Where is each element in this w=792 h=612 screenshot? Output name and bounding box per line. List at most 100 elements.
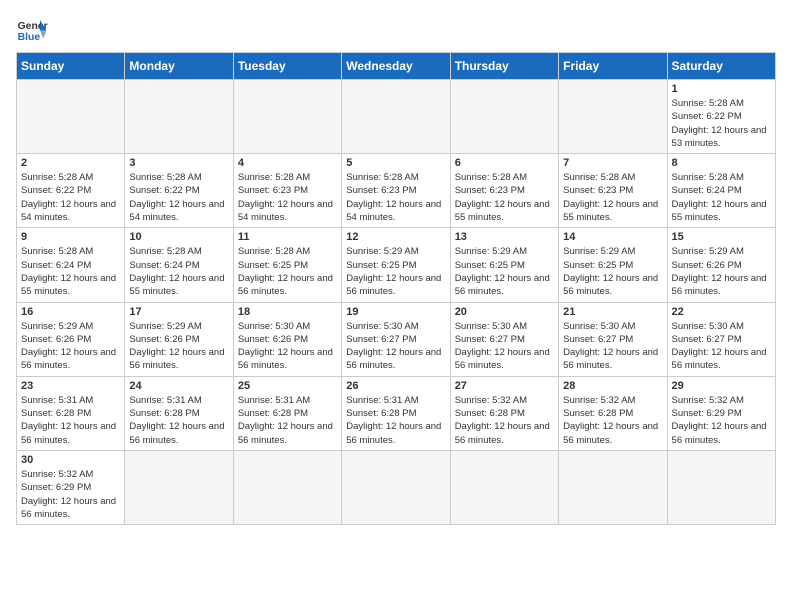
day-info: Sunrise: 5:28 AMSunset: 6:22 PMDaylight:… (129, 171, 228, 224)
day-info: Sunrise: 5:28 AMSunset: 6:23 PMDaylight:… (346, 171, 445, 224)
day-number: 26 (346, 380, 445, 392)
calendar-cell: 23Sunrise: 5:31 AMSunset: 6:28 PMDayligh… (17, 376, 125, 450)
day-info: Sunrise: 5:30 AMSunset: 6:27 PMDaylight:… (563, 320, 662, 373)
page-header: General Blue (16, 16, 776, 44)
day-number: 16 (21, 306, 120, 318)
calendar-week-2: 2 Sunrise: 5:28 AMSunset: 6:22 PMDaylight… (17, 154, 776, 228)
day-number: 18 (238, 306, 337, 318)
calendar-cell (559, 80, 667, 154)
calendar-cell: 15Sunrise: 5:29 AMSunset: 6:26 PMDayligh… (667, 228, 775, 302)
day-number: 3 (129, 157, 228, 169)
calendar-week-5: 23 Sunrise: 5:31 AMSunset: 6:28 PMDayligh… (17, 376, 776, 450)
calendar-cell (342, 450, 450, 524)
calendar-cell: 27Sunrise: 5:32 AMSunset: 6:28 PMDayligh… (450, 376, 558, 450)
day-number: 28 (563, 380, 662, 392)
calendar-cell: 14Sunrise: 5:29 AMSunset: 6:25 PMDayligh… (559, 228, 667, 302)
day-number: 19 (346, 306, 445, 318)
calendar-cell: 25Sunrise: 5:31 AMSunset: 6:28 PMDayligh… (233, 376, 341, 450)
day-number: 29 (672, 380, 771, 392)
header-monday: Monday (125, 53, 233, 80)
day-number: 21 (563, 306, 662, 318)
day-number: 9 (21, 231, 120, 243)
day-info: Sunrise: 5:31 AMSunset: 6:28 PMDaylight:… (238, 394, 337, 447)
day-info: Sunrise: 5:28 AMSunset: 6:25 PMDaylight:… (238, 245, 337, 298)
calendar-cell: 5 Sunrise: 5:28 AMSunset: 6:23 PMDaylight… (342, 154, 450, 228)
day-info: Sunrise: 5:29 AMSunset: 6:25 PMDaylight:… (563, 245, 662, 298)
header-saturday: Saturday (667, 53, 775, 80)
day-number: 1 (672, 83, 771, 95)
calendar-cell: 3 Sunrise: 5:28 AMSunset: 6:22 PMDaylight… (125, 154, 233, 228)
day-number: 13 (455, 231, 554, 243)
calendar-cell: 29 Sunrise: 5:32 AMSunset: 6:29 PMDayligh… (667, 376, 775, 450)
day-info: Sunrise: 5:32 AMSunset: 6:29 PMDaylight:… (672, 394, 771, 447)
day-number: 27 (455, 380, 554, 392)
logo: General Blue (16, 16, 52, 44)
day-info: Sunrise: 5:28 AMSunset: 6:24 PMDaylight:… (672, 171, 771, 224)
calendar-cell: 7 Sunrise: 5:28 AMSunset: 6:23 PMDaylight… (559, 154, 667, 228)
logo-icon: General Blue (16, 16, 48, 44)
day-number: 8 (672, 157, 771, 169)
calendar-header-row: SundayMondayTuesdayWednesdayThursdayFrid… (17, 53, 776, 80)
calendar-cell (559, 450, 667, 524)
calendar-cell: 10Sunrise: 5:28 AMSunset: 6:24 PMDayligh… (125, 228, 233, 302)
header-wednesday: Wednesday (342, 53, 450, 80)
day-number: 20 (455, 306, 554, 318)
calendar-cell: 21 Sunrise: 5:30 AMSunset: 6:27 PMDayligh… (559, 302, 667, 376)
calendar-cell (17, 80, 125, 154)
header-friday: Friday (559, 53, 667, 80)
calendar-cell: 1 Sunrise: 5:28 AMSunset: 6:22 PMDaylight… (667, 80, 775, 154)
calendar-cell (125, 80, 233, 154)
calendar-cell: 12Sunrise: 5:29 AMSunset: 6:25 PMDayligh… (342, 228, 450, 302)
calendar-cell: 22Sunrise: 5:30 AMSunset: 6:27 PMDayligh… (667, 302, 775, 376)
day-number: 2 (21, 157, 120, 169)
day-number: 7 (563, 157, 662, 169)
day-info: Sunrise: 5:28 AMSunset: 6:23 PMDaylight:… (455, 171, 554, 224)
calendar-week-4: 16 Sunrise: 5:29 AMSunset: 6:26 PMDayligh… (17, 302, 776, 376)
calendar-week-1: 1 Sunrise: 5:28 AMSunset: 6:22 PMDaylight… (17, 80, 776, 154)
calendar-cell (233, 80, 341, 154)
day-number: 5 (346, 157, 445, 169)
day-info: Sunrise: 5:28 AMSunset: 6:23 PMDaylight:… (563, 171, 662, 224)
day-info: Sunrise: 5:32 AMSunset: 6:29 PMDaylight:… (21, 468, 120, 521)
day-info: Sunrise: 5:29 AMSunset: 6:26 PMDaylight:… (21, 320, 120, 373)
header-tuesday: Tuesday (233, 53, 341, 80)
calendar-week-3: 9 Sunrise: 5:28 AMSunset: 6:24 PMDaylight… (17, 228, 776, 302)
header-sunday: Sunday (17, 53, 125, 80)
day-info: Sunrise: 5:28 AMSunset: 6:22 PMDaylight:… (672, 97, 771, 150)
day-number: 24 (129, 380, 228, 392)
calendar-cell: 24 Sunrise: 5:31 AMSunset: 6:28 PMDayligh… (125, 376, 233, 450)
day-info: Sunrise: 5:28 AMSunset: 6:22 PMDaylight:… (21, 171, 120, 224)
day-info: Sunrise: 5:31 AMSunset: 6:28 PMDaylight:… (346, 394, 445, 447)
calendar-cell (342, 80, 450, 154)
calendar-cell: 28Sunrise: 5:32 AMSunset: 6:28 PMDayligh… (559, 376, 667, 450)
svg-text:Blue: Blue (18, 32, 41, 43)
day-number: 17 (129, 306, 228, 318)
calendar-week-6: 30 Sunrise: 5:32 AMSunset: 6:29 PMDayligh… (17, 450, 776, 524)
calendar-cell (233, 450, 341, 524)
day-info: Sunrise: 5:28 AMSunset: 6:24 PMDaylight:… (129, 245, 228, 298)
calendar-cell: 30 Sunrise: 5:32 AMSunset: 6:29 PMDayligh… (17, 450, 125, 524)
day-info: Sunrise: 5:30 AMSunset: 6:26 PMDaylight:… (238, 320, 337, 373)
calendar-cell: 16 Sunrise: 5:29 AMSunset: 6:26 PMDayligh… (17, 302, 125, 376)
calendar-cell: 18 Sunrise: 5:30 AMSunset: 6:26 PMDayligh… (233, 302, 341, 376)
calendar-cell (450, 450, 558, 524)
day-number: 22 (672, 306, 771, 318)
day-info: Sunrise: 5:29 AMSunset: 6:26 PMDaylight:… (129, 320, 228, 373)
day-number: 12 (346, 231, 445, 243)
calendar-cell: 9Sunrise: 5:28 AMSunset: 6:24 PMDaylight… (17, 228, 125, 302)
calendar-cell: 2 Sunrise: 5:28 AMSunset: 6:22 PMDaylight… (17, 154, 125, 228)
day-info: Sunrise: 5:30 AMSunset: 6:27 PMDaylight:… (346, 320, 445, 373)
calendar-cell: 4Sunrise: 5:28 AMSunset: 6:23 PMDaylight… (233, 154, 341, 228)
calendar-cell (667, 450, 775, 524)
calendar-cell: 8 Sunrise: 5:28 AMSunset: 6:24 PMDaylight… (667, 154, 775, 228)
day-info: Sunrise: 5:31 AMSunset: 6:28 PMDaylight:… (129, 394, 228, 447)
calendar-cell: 11 Sunrise: 5:28 AMSunset: 6:25 PMDayligh… (233, 228, 341, 302)
header-thursday: Thursday (450, 53, 558, 80)
day-number: 11 (238, 231, 337, 243)
day-number: 4 (238, 157, 337, 169)
calendar-cell: 6 Sunrise: 5:28 AMSunset: 6:23 PMDaylight… (450, 154, 558, 228)
day-number: 6 (455, 157, 554, 169)
day-number: 23 (21, 380, 120, 392)
day-number: 30 (21, 454, 120, 466)
calendar-cell: 26 Sunrise: 5:31 AMSunset: 6:28 PMDayligh… (342, 376, 450, 450)
